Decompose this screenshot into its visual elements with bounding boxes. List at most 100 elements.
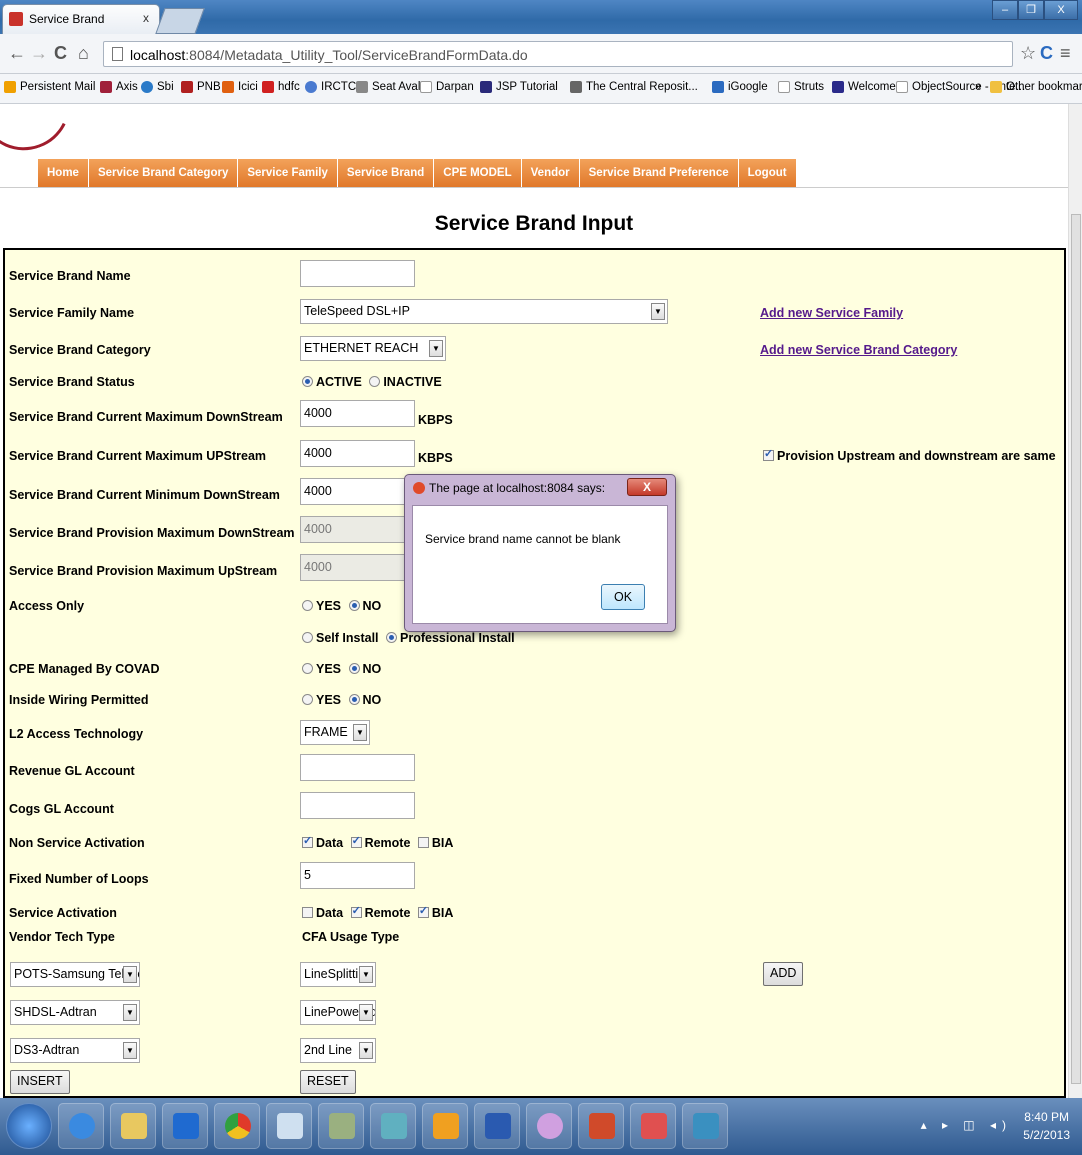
cpe-managed-no-radio[interactable] <box>348 663 360 674</box>
menu-home[interactable]: Home <box>38 159 89 187</box>
address-bar[interactable]: localhost:8084/Metadata_Utility_Tool/Ser… <box>103 41 1013 67</box>
professional-install-radio[interactable] <box>386 632 398 643</box>
cfa-usage-select-2[interactable]: LinePowered ▼ <box>300 1000 376 1025</box>
tab-close-icon[interactable]: x <box>143 11 149 25</box>
bookmark-item[interactable]: IRCTC <box>305 81 356 93</box>
taskbar-explorer[interactable] <box>110 1103 156 1149</box>
bookmarks-overflow[interactable]: » <box>975 81 981 93</box>
bookmark-item[interactable]: Struts <box>778 81 824 93</box>
taskbar-paint[interactable] <box>526 1103 572 1149</box>
current-max-upstream-input[interactable]: 4000 <box>300 440 415 467</box>
cpe-managed-yes-radio[interactable] <box>302 663 313 674</box>
dialog-ok-button[interactable]: OK <box>601 584 645 610</box>
menu-logout[interactable]: Logout <box>738 159 796 187</box>
nsa-data-checkbox[interactable] <box>302 834 313 848</box>
maximize-icon[interactable]: ❐ <box>1018 0 1044 20</box>
service-family-name-label: Service Family Name <box>9 306 135 320</box>
extension-icon[interactable]: C <box>1040 43 1053 64</box>
add-service-brand-category-link[interactable]: Add new Service Brand Category <box>760 343 957 357</box>
taskbar-powerpoint[interactable] <box>578 1103 624 1149</box>
forward-icon[interactable]: → <box>30 43 48 64</box>
scrollbar-thumb[interactable] <box>1071 214 1081 1084</box>
star-icon[interactable]: ☆ <box>1020 43 1036 64</box>
cfa-usage-select-3[interactable]: 2nd Line ▼ <box>300 1038 376 1063</box>
taskbar-ie[interactable] <box>58 1103 104 1149</box>
menu-cpe-model[interactable]: CPE MODEL <box>434 159 522 187</box>
taskbar-chrome[interactable] <box>214 1103 260 1149</box>
taskbar-app[interactable] <box>162 1103 208 1149</box>
status-inactive-radio[interactable] <box>369 376 381 387</box>
page-scrollbar[interactable] <box>1068 104 1082 1098</box>
back-icon[interactable]: ← <box>8 43 26 64</box>
new-tab-button[interactable] <box>155 8 205 34</box>
non-service-activation-group: Data Remote BIA <box>302 834 453 850</box>
status-inactive-label: INACTIVE <box>383 375 442 389</box>
inside-wiring-yes-radio[interactable] <box>302 694 313 705</box>
menu-service-family[interactable]: Service Family <box>238 159 338 187</box>
insert-button[interactable]: INSERT <box>10 1070 70 1094</box>
taskbar-outlook[interactable] <box>422 1103 468 1149</box>
sa-bia-checkbox[interactable] <box>417 904 429 918</box>
menu-service-brand-preference[interactable]: Service Brand Preference <box>579 159 739 187</box>
current-min-downstream-input[interactable]: 4000 <box>300 478 415 505</box>
taskbar-app[interactable] <box>630 1103 676 1149</box>
access-only-yes-radio[interactable] <box>302 600 313 611</box>
menu-service-brand-category[interactable]: Service Brand Category <box>88 159 239 187</box>
browser-tab[interactable]: Service Brand x <box>2 4 160 34</box>
service-brand-category-select[interactable]: ETHERNET REACH ▼ <box>300 336 446 361</box>
bookmark-item[interactable]: Welcome <box>832 81 896 93</box>
bookmark-item[interactable]: Icici <box>222 81 258 93</box>
current-max-downstream-input[interactable]: 4000 <box>300 400 415 427</box>
taskbar-app[interactable] <box>370 1103 416 1149</box>
provision-same-checkbox[interactable] <box>763 447 774 461</box>
other-bookmarks[interactable]: Other bookmarks <box>990 81 1082 93</box>
taskbar-app[interactable] <box>266 1103 312 1149</box>
system-tray[interactable]: ▴ ▸ ◫ ◂) <box>921 1118 1012 1132</box>
bookmark-item[interactable]: hdfc <box>262 81 300 93</box>
nsa-bia-checkbox[interactable] <box>417 837 429 848</box>
menu-vendor[interactable]: Vendor <box>521 159 580 187</box>
vendor-tech-select-1[interactable]: POTS-Samsung Telecom▼ <box>10 962 140 987</box>
bookmark-item[interactable]: Axis <box>100 81 138 93</box>
revenue-gl-input[interactable] <box>300 754 415 781</box>
reset-button[interactable]: RESET <box>300 1070 356 1094</box>
bookmark-item[interactable]: The Central Reposit... <box>570 81 698 93</box>
status-active-radio[interactable] <box>302 376 313 387</box>
bookmark-label: Seat Aval <box>372 81 421 93</box>
add-service-family-link[interactable]: Add new Service Family <box>760 306 903 320</box>
close-window-icon[interactable]: X <box>1044 0 1078 20</box>
menu-service-brand[interactable]: Service Brand <box>337 159 435 187</box>
add-button[interactable]: ADD <box>763 962 804 986</box>
nsa-remote-checkbox[interactable] <box>350 834 362 848</box>
reload-icon[interactable]: C <box>54 43 67 64</box>
vendor-tech-select-3[interactable]: DS3-Adtran ▼ <box>10 1038 140 1063</box>
service-family-select[interactable]: TeleSpeed DSL+IP ▼ <box>300 299 668 324</box>
taskbar-word[interactable] <box>474 1103 520 1149</box>
bookmark-item[interactable]: Seat Aval <box>356 81 420 93</box>
clock[interactable]: 8:40 PM 5/2/2013 <box>1023 1108 1070 1144</box>
sa-data-checkbox[interactable] <box>302 907 313 918</box>
vendor-tech-select-2[interactable]: SHDSL-Adtran ▼ <box>10 1000 140 1025</box>
cogs-gl-input[interactable] <box>300 792 415 819</box>
taskbar-app[interactable] <box>318 1103 364 1149</box>
bookmark-item[interactable]: Darpan <box>420 81 474 93</box>
access-only-no-radio[interactable] <box>348 600 360 611</box>
bookmark-item[interactable]: PNB <box>181 81 221 93</box>
taskbar-app[interactable] <box>682 1103 728 1149</box>
inside-wiring-no-radio[interactable] <box>348 694 360 705</box>
bookmark-item[interactable]: iGoogle <box>712 81 768 93</box>
minimize-icon[interactable]: – <box>992 0 1018 20</box>
l2-access-select[interactable]: FRAME ▼ <box>300 720 370 745</box>
self-install-radio[interactable] <box>302 632 313 643</box>
service-brand-name-input[interactable] <box>300 260 415 287</box>
bookmark-item[interactable]: Persistent Mail <box>4 81 95 93</box>
dialog-close-button[interactable]: X <box>627 478 667 496</box>
bookmark-item[interactable]: Sbi <box>141 81 174 93</box>
home-icon[interactable]: ⌂ <box>78 43 89 64</box>
menu-icon[interactable]: ≡ <box>1060 43 1071 64</box>
fixed-loops-input[interactable]: 5 <box>300 862 415 889</box>
start-button[interactable] <box>6 1103 52 1149</box>
sa-remote-checkbox[interactable] <box>350 904 362 918</box>
bookmark-item[interactable]: JSP Tutorial <box>480 81 558 93</box>
cfa-usage-select-1[interactable]: LineSplitting ▼ <box>300 962 376 987</box>
